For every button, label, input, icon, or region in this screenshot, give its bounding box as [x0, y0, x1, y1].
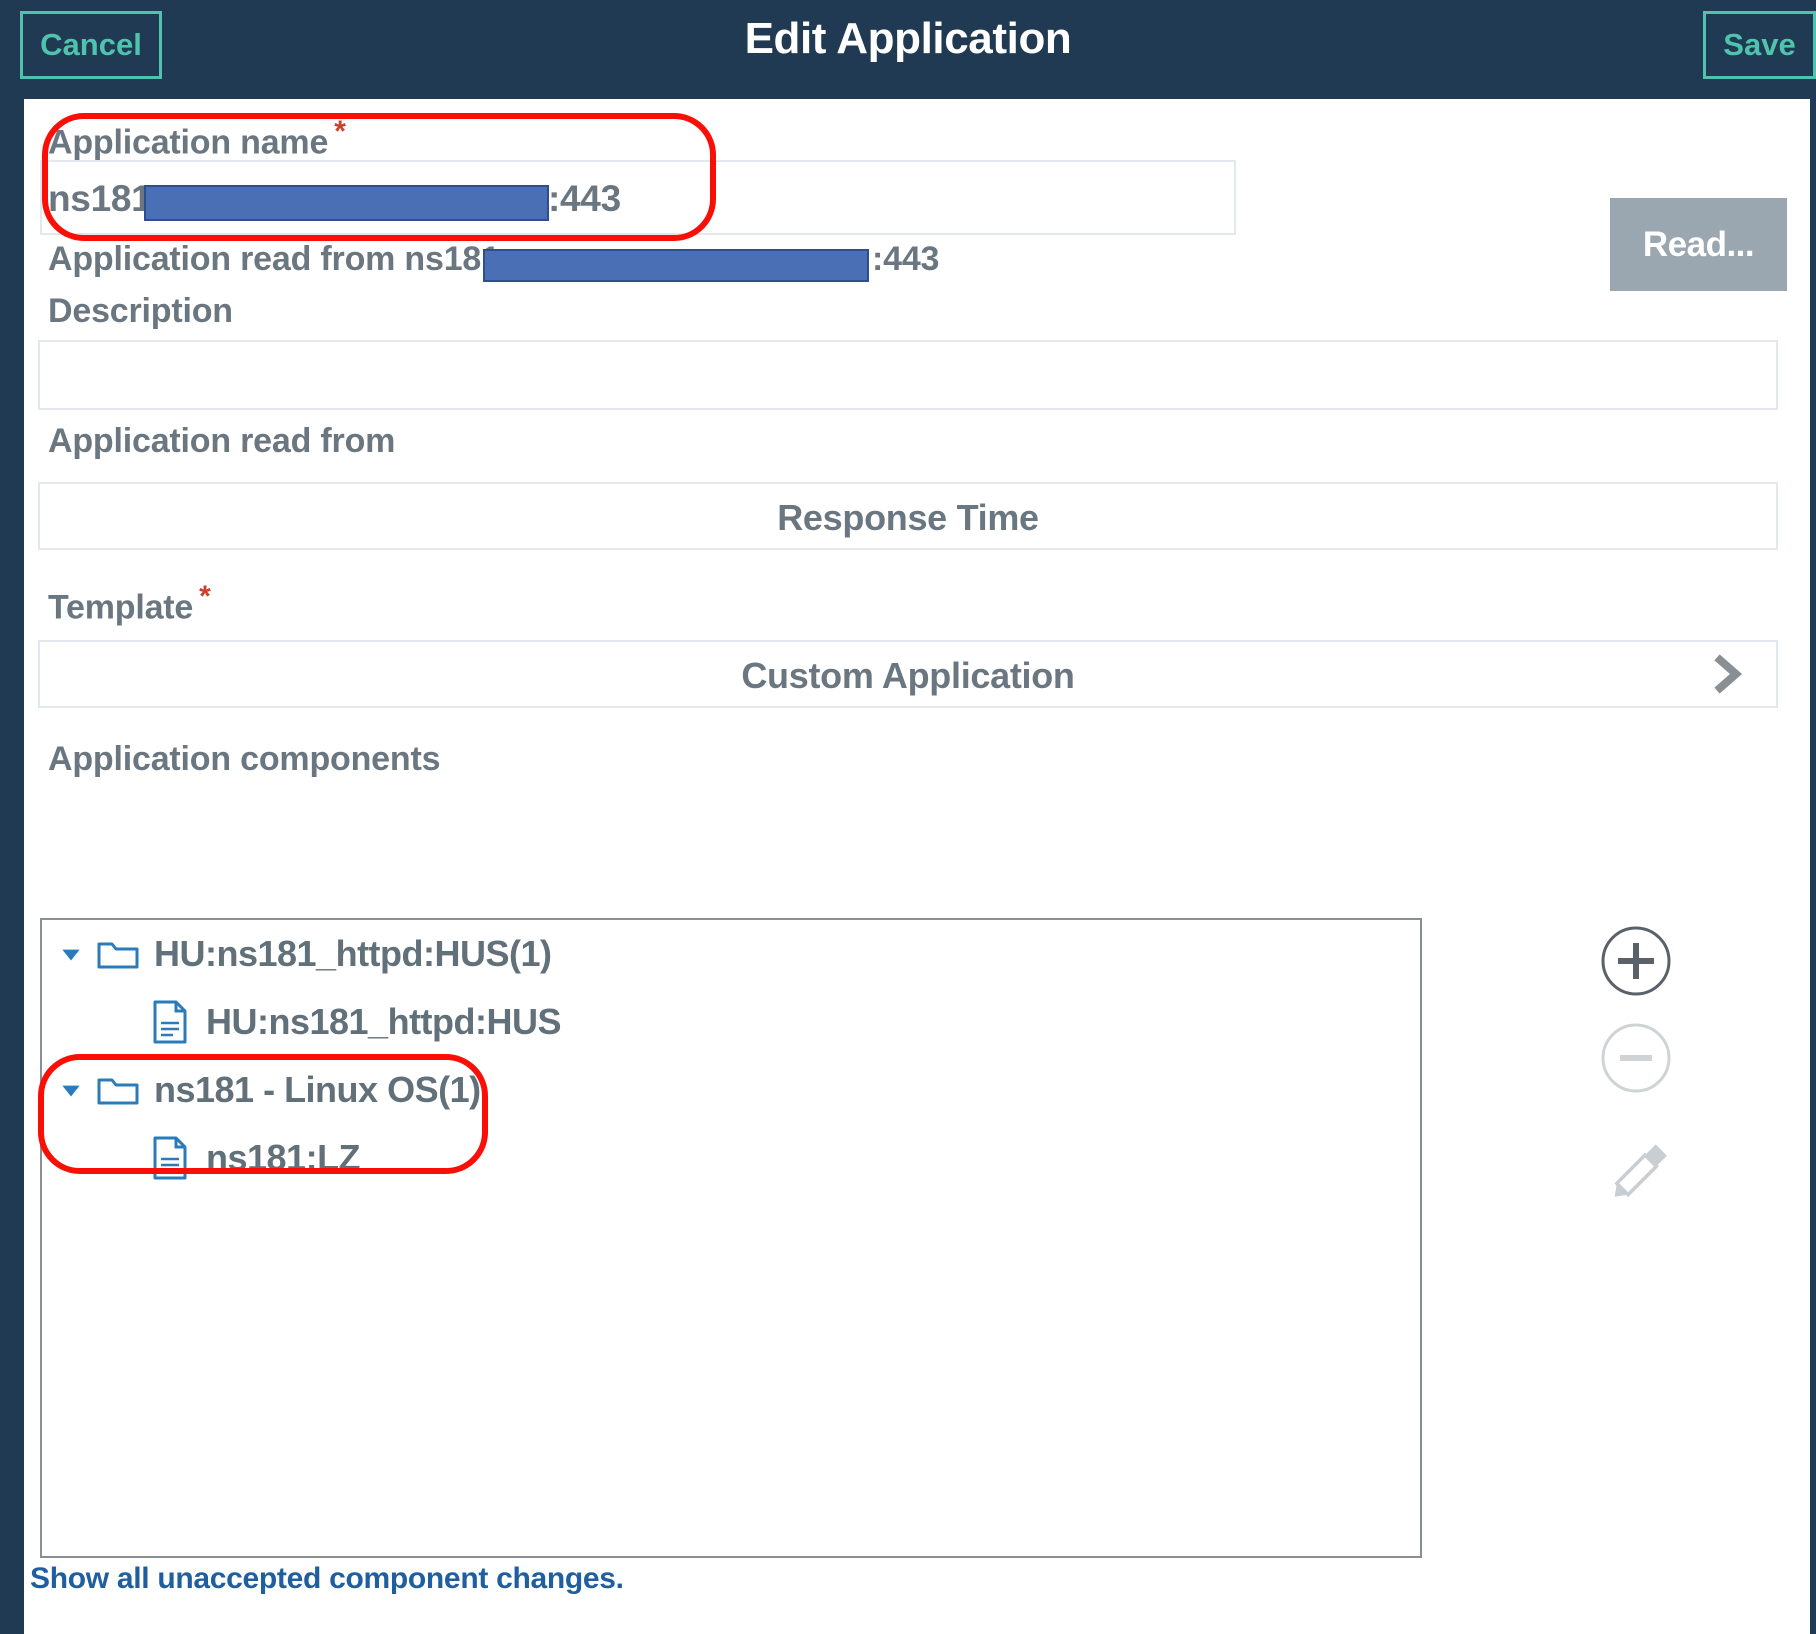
show-unaccepted-changes-link[interactable]: Show all unaccepted component changes.	[30, 1562, 624, 1596]
application-read-from-label: Application read from	[48, 422, 396, 460]
application-read-from-status-prefix: Application read from ns181.s	[48, 240, 528, 278]
application-name-value-suffix: :443	[548, 178, 621, 219]
tree-item-httpd-child[interactable]: HU:ns181_httpd:HUS	[42, 988, 1420, 1056]
template-label-text: Template	[48, 588, 194, 627]
save-button[interactable]: Save	[1703, 11, 1816, 79]
triangle-down-icon[interactable]	[54, 1073, 88, 1107]
application-name-label: Application name *	[48, 115, 346, 162]
tree-group-linux-os[interactable]: ns181 - Linux OS(1)	[42, 1056, 1420, 1124]
template-required-asterisk: *	[199, 580, 211, 613]
template-select[interactable]: Custom Application	[38, 640, 1778, 708]
edit-application-dialog: Cancel Edit Application Save Application…	[0, 0, 1816, 1634]
application-components-tree[interactable]: HU:ns181_httpd:HUS(1) HU:ns181_httpd:HUS	[40, 918, 1422, 1558]
read-button[interactable]: Read...	[1610, 198, 1787, 291]
chevron-right-icon	[1708, 654, 1748, 694]
tree-item-linux-child[interactable]: ns181:LZ	[42, 1124, 1420, 1192]
application-read-from-redaction-bar	[483, 249, 869, 282]
application-read-from-status-suffix: :443	[872, 240, 940, 278]
window-frame-left-edge	[0, 0, 24, 1634]
document-icon	[148, 1136, 192, 1180]
folder-icon	[96, 1070, 140, 1110]
minus-circle-icon[interactable]	[1600, 1022, 1672, 1094]
template-label: Template *	[48, 580, 211, 627]
tree-item-label: HU:ns181_httpd:HUS	[206, 1001, 562, 1042]
document-icon	[148, 1000, 192, 1044]
description-label: Description	[48, 292, 233, 330]
application-name-label-text: Application name	[48, 123, 329, 162]
window-frame-right-edge	[1810, 0, 1816, 1634]
application-read-from-value: Response Time	[777, 497, 1039, 538]
application-name-redaction-bar	[144, 185, 549, 221]
plus-circle-icon[interactable]	[1600, 925, 1672, 997]
pencil-icon[interactable]	[1598, 1132, 1678, 1212]
application-components-label: Application components	[48, 740, 441, 778]
triangle-down-icon[interactable]	[54, 937, 88, 971]
template-value: Custom Application	[741, 655, 1075, 696]
application-read-from-select[interactable]: Response Time	[38, 482, 1778, 550]
title-bar: Cancel Edit Application Save	[0, 0, 1816, 99]
tree-group-httpd[interactable]: HU:ns181_httpd:HUS(1)	[42, 920, 1420, 988]
tree-group-label: HU:ns181_httpd:HUS(1)	[154, 933, 552, 974]
tree-item-label: ns181:LZ	[206, 1137, 361, 1178]
description-input[interactable]	[38, 340, 1778, 410]
folder-icon	[96, 934, 140, 974]
required-asterisk: *	[334, 115, 346, 148]
page-title: Edit Application	[744, 14, 1072, 63]
tree-group-label: ns181 - Linux OS(1)	[154, 1069, 481, 1110]
